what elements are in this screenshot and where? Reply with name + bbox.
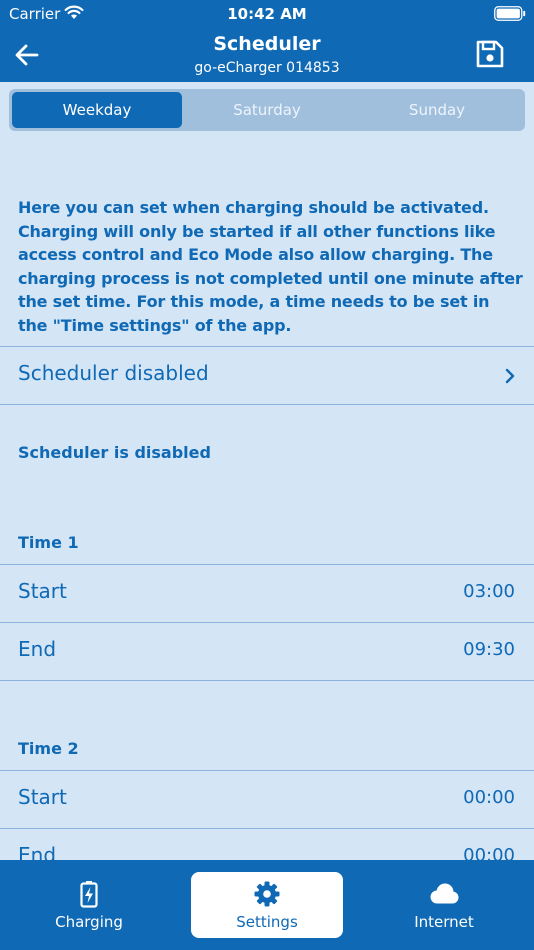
start-time-value: 03:00 <box>463 581 515 602</box>
scheduler-status-text: Scheduler is disabled <box>18 443 211 462</box>
segment-weekday[interactable]: Weekday <box>12 92 182 128</box>
battery-icon <box>494 6 526 21</box>
scheduler-mode-row[interactable]: Scheduler disabled <box>0 346 534 404</box>
tab-label: Internet <box>414 913 474 931</box>
day-segmented-control: Weekday Saturday Sunday <box>9 89 525 131</box>
time-2-start-row[interactable]: Start 00:00 <box>0 770 534 828</box>
tab-label: Settings <box>236 913 298 931</box>
tab-settings[interactable]: Settings <box>191 872 343 938</box>
start-label: Start <box>18 785 67 809</box>
chevron-right-icon <box>505 368 515 384</box>
device-subtitle: go-eCharger 014853 <box>194 60 340 76</box>
end-label: End <box>18 637 57 661</box>
page-title: Scheduler <box>213 33 321 55</box>
bottom-tab-bar: Charging Settings Internet <box>0 860 534 950</box>
tab-internet[interactable]: Internet <box>368 872 520 938</box>
start-time-value: 00:00 <box>463 787 515 808</box>
tab-charging[interactable]: Charging <box>13 872 165 938</box>
end-time-value: 09:30 <box>463 639 515 660</box>
time-1-end-row[interactable]: End 09:30 <box>0 622 534 680</box>
battery-charging-icon <box>80 881 98 908</box>
gear-icon <box>254 881 280 907</box>
save-icon[interactable] <box>474 38 506 70</box>
time-1-heading: Time 1 <box>18 533 79 552</box>
top-bar: Carrier 10:42 AM Scheduler go-eCharger 0… <box>0 0 534 82</box>
divider <box>0 680 534 681</box>
divider <box>0 404 534 405</box>
time-1-start-row[interactable]: Start 03:00 <box>0 564 534 622</box>
clock: 10:42 AM <box>227 5 307 23</box>
status-bar: Carrier 10:42 AM <box>0 0 534 28</box>
segment-saturday[interactable]: Saturday <box>182 92 352 128</box>
start-label: Start <box>18 579 67 603</box>
tab-label: Charging <box>55 913 123 931</box>
segment-sunday[interactable]: Sunday <box>352 92 522 128</box>
scheduler-info-text: Here you can set when charging should be… <box>18 198 523 335</box>
time-2-heading: Time 2 <box>18 739 79 758</box>
scheduler-mode-label: Scheduler disabled <box>18 361 209 385</box>
cloud-icon <box>430 883 459 904</box>
